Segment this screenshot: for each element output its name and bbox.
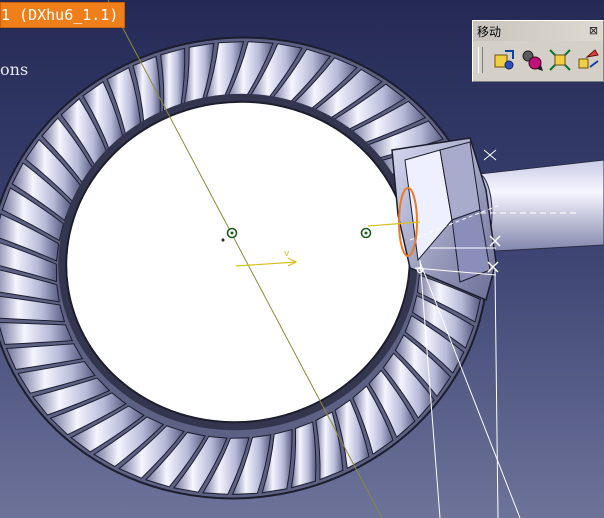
toolbar-title: 移动 <box>477 25 502 39</box>
move-toolbar[interactable]: 移动 ⊠ <box>472 20 604 82</box>
toolbar-title-bar[interactable]: 移动 ⊠ <box>473 21 603 41</box>
manipulation-icon[interactable] <box>491 47 517 73</box>
axis-v-label: v <box>284 249 290 259</box>
tree-label-fragment[interactable]: ons <box>0 60 28 79</box>
toolbar-grip[interactable] <box>478 47 483 73</box>
gear-tooth <box>290 421 317 489</box>
snap-icon[interactable] <box>519 47 545 73</box>
smart-move-icon[interactable] <box>547 47 573 73</box>
close-icon[interactable]: ⊠ <box>587 24 600 37</box>
pinion-center-marker[interactable] <box>360 227 372 239</box>
tree-node-label[interactable]: 1 (DXhu6_1.1) <box>0 2 126 28</box>
explode-icon[interactable] <box>575 47 601 73</box>
3d-viewport[interactable]: v 1 (DXhu6_1.1) ons 移动 ⊠ <box>0 0 604 518</box>
gear-tooth <box>0 321 73 345</box>
